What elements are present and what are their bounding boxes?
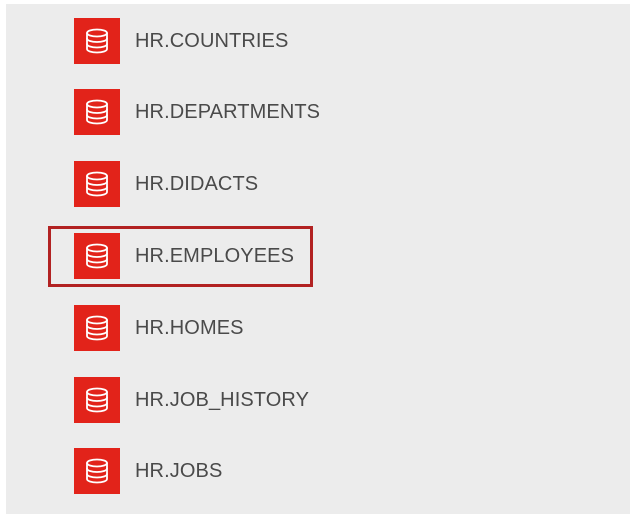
database-icon (74, 89, 120, 135)
table-label: HR.DIDACTS (135, 173, 259, 195)
database-icon (74, 305, 120, 351)
table-item-hr-employees[interactable]: HR.EMPLOYEES (6, 226, 630, 286)
database-icon (74, 448, 120, 494)
database-icon (74, 377, 120, 423)
database-icon (74, 18, 120, 64)
table-label: HR.JOBS (135, 460, 223, 482)
database-icon (74, 161, 120, 207)
table-item-hr-homes[interactable]: HR.HOMES (6, 298, 630, 358)
table-item-hr-job-history[interactable]: HR.JOB_HISTORY (6, 370, 630, 430)
table-item-hr-didacts[interactable]: HR.DIDACTS (6, 154, 630, 214)
table-label: HR.COUNTRIES (135, 30, 289, 52)
table-label: HR.EMPLOYEES (135, 245, 295, 267)
table-label: HR.HOMES (135, 317, 244, 339)
database-icon (74, 233, 120, 279)
table-item-hr-countries[interactable]: HR.COUNTRIES (6, 11, 630, 71)
table-label: HR.DEPARTMENTS (135, 101, 321, 123)
table-list-panel: HR.COUNTRIES HR.DEPARTMENTS HR.DIDACTS H… (6, 4, 630, 514)
table-label: HR.JOB_HISTORY (135, 389, 310, 411)
table-item-hr-departments[interactable]: HR.DEPARTMENTS (6, 82, 630, 142)
table-item-hr-jobs[interactable]: HR.JOBS (6, 441, 630, 501)
